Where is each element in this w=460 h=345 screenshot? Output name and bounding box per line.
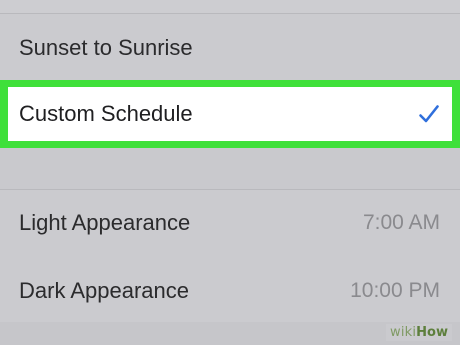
light-appearance-time: 7:00 AM [362, 211, 440, 234]
section-gap [0, 148, 460, 190]
watermark-wiki: wiki [389, 325, 417, 340]
option-custom-schedule[interactable]: Custom Schedule [8, 87, 452, 141]
dark-appearance-label: Dark Appearance [19, 278, 189, 303]
option-sunset-to-sunrise[interactable]: Sunset to Sunrise [0, 14, 460, 82]
wikihow-watermark: wiki How [385, 324, 452, 341]
option-custom-schedule-label: Custom Schedule [19, 101, 193, 126]
checkmark-icon [417, 102, 441, 126]
light-appearance-label: Light Appearance [19, 210, 191, 235]
settings-screen: Sunset to Sunrise Custom Schedule Light … [0, 0, 460, 345]
watermark-how: How [416, 325, 448, 340]
option-sunset-to-sunrise-label: Sunset to Sunrise [19, 35, 193, 60]
light-appearance-row[interactable]: Light Appearance 7:00 AM [0, 190, 460, 256]
dark-appearance-time: 10:00 PM [350, 279, 440, 302]
dark-appearance-row[interactable]: Dark Appearance 10:00 PM [0, 256, 460, 326]
